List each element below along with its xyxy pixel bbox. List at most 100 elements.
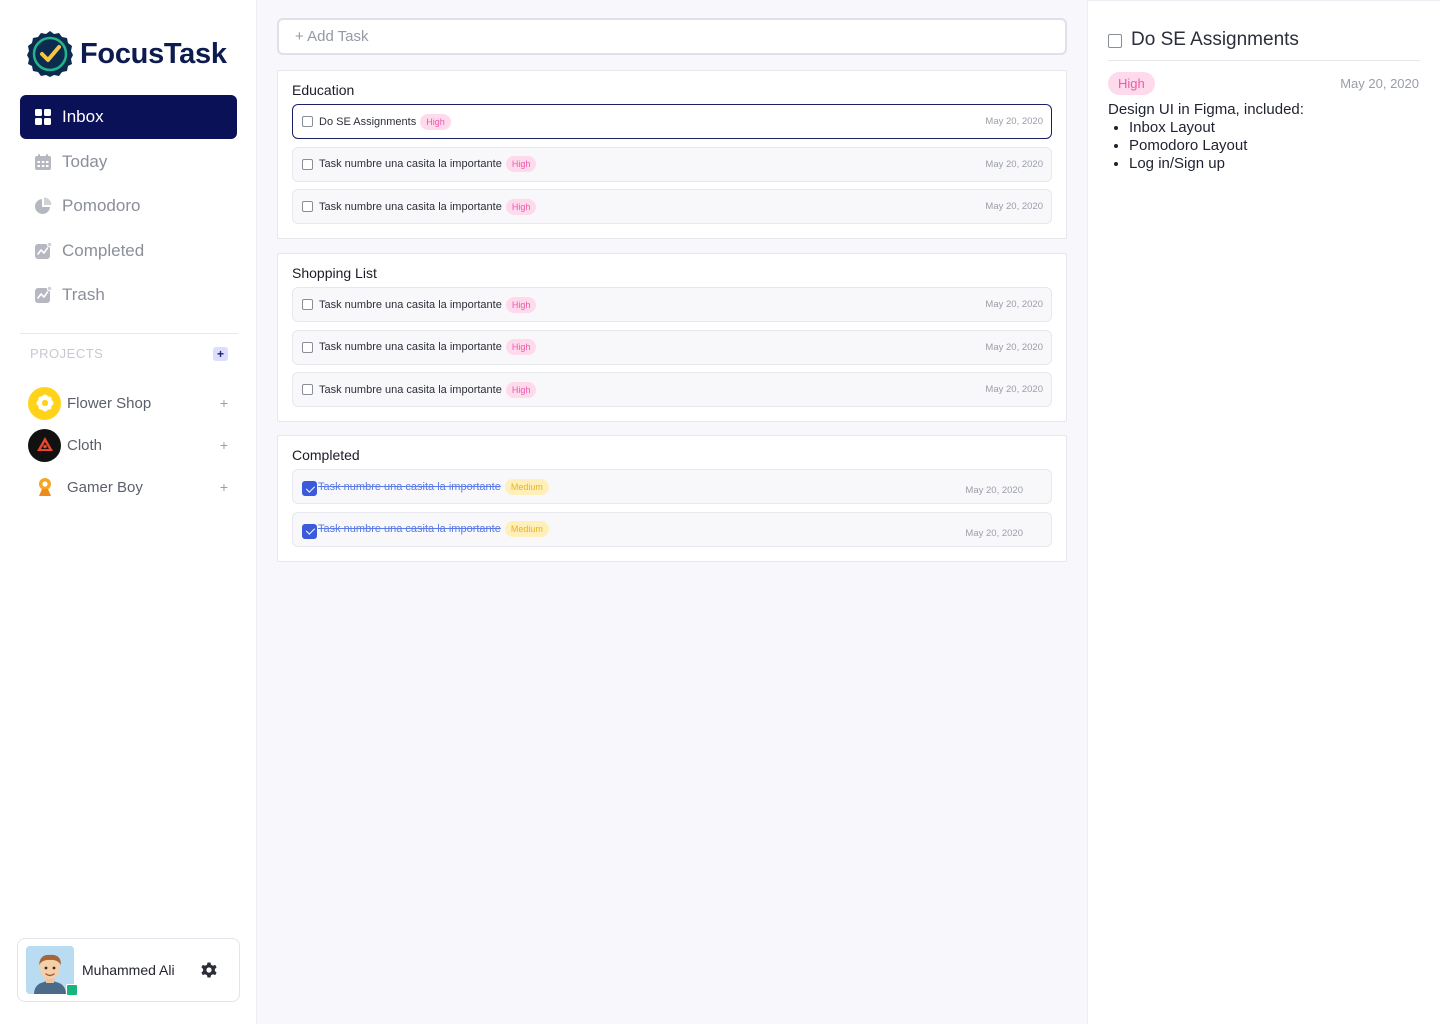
section-title: Completed [292,447,360,463]
project-name: Cloth [67,436,103,454]
task-title: Task numbre una casita la importante [319,341,502,353]
chart-icon [35,241,52,259]
task-checkbox[interactable] [302,201,313,212]
task-title: Task numbre una casita la importante [319,298,502,311]
projects-title: PROJECTS [30,346,104,361]
gear-icon[interactable] [199,960,219,980]
priority-badge: High [505,339,537,355]
task-title: Task numbre una casita la importante [319,383,502,396]
sidebar: FocusTask Inbox Today Pomodoro Completed… [0,0,257,1024]
nav-item-inbox[interactable]: Inbox [20,95,237,139]
project-add-button[interactable]: + [220,395,232,411]
description-list-item: Inbox Layout [1129,119,1304,137]
triangle-icon [28,428,61,462]
task-item[interactable]: Task numbre una casita la importante Med… [292,469,1052,504]
user-card[interactable]: Muhammed Ali [17,938,240,1002]
add-task-input[interactable]: + Add Task [277,18,1067,55]
online-status-indicator [66,984,78,996]
task-item[interactable]: Task numbre una casita la importante Med… [292,511,1052,547]
task-title: Do SE Assignments [319,115,417,128]
projects-header: PROJECTS + [30,346,228,361]
task-checkbox[interactable] [302,384,313,395]
task-item[interactable]: Task numbre una casita la importante Hig… [292,372,1052,407]
task-item[interactable]: Task numbre una casita la importante Hig… [292,189,1052,224]
nav-label: Inbox [62,107,104,126]
task-title: Task numbre una casita la importante [319,200,502,213]
task-section-shopping-list: Shopping List Task numbre una casita la … [277,253,1067,422]
main-nav: Inbox Today Pomodoro Completed Trash [20,95,237,318]
nav-label: Completed [62,240,145,260]
nav-label: Trash [62,285,105,304]
nav-item-today[interactable]: Today [20,140,237,184]
task-date: May 20, 2020 [965,527,1023,539]
task-date: May 20, 2020 [985,341,1043,353]
task-item[interactable]: Task numbre una casita la importante Hig… [292,329,1052,365]
project-name: Flower Shop [67,394,152,412]
task-checkbox[interactable] [302,116,313,127]
task-checkbox[interactable] [302,299,313,310]
grid-icon [35,109,51,125]
flower-icon [28,386,61,420]
detail-title[interactable]: Do SE Assignments [1131,29,1299,51]
task-date: May 20, 2020 [985,299,1043,310]
app-name: FocusTask [80,37,227,70]
avatar[interactable] [26,946,78,996]
task-checkbox-checked[interactable] [302,481,317,496]
logo[interactable]: FocusTask [26,30,227,78]
task-title: Task numbre una casita la importante [319,158,502,170]
task-date: May 20, 2020 [985,116,1043,127]
project-add-button[interactable]: + [220,479,232,495]
nav-item-trash[interactable]: Trash [20,273,237,317]
priority-badge: Medium [504,521,549,537]
section-title: Shopping List [292,265,377,281]
user-name: Muhammed Ali [82,962,175,978]
calendar-icon [35,153,51,170]
nav-item-pomodoro[interactable]: Pomodoro [20,184,237,228]
add-project-button[interactable]: + [213,346,228,361]
detail-checkbox[interactable] [1108,34,1122,48]
priority-badge: High [505,198,537,215]
description-list-item: Log in/Sign up [1129,155,1304,173]
project-item-gamer-boy[interactable]: Gamer Boy + [28,466,232,508]
chart-icon [35,286,52,303]
task-title: Task numbre una casita la importante [318,523,501,535]
task-section-completed: Completed Task numbre una casita la impo… [277,435,1067,562]
section-title: Education [292,82,355,98]
detail-priority-badge[interactable]: High [1108,72,1155,95]
nav-item-completed[interactable]: Completed [20,229,237,273]
nav-label: Today [62,151,108,171]
description-text: Design UI in Figma, included: [1108,101,1304,118]
description-list: Inbox Layout Pomodoro Layout Log in/Sign… [1108,119,1304,173]
task-detail-panel: Do SE Assignments High May 20, 2020 Desi… [1087,0,1440,1024]
task-checkbox-checked[interactable] [302,523,317,539]
task-checkbox[interactable] [302,158,313,170]
project-item-cloth[interactable]: Cloth + [28,424,232,466]
task-date: May 20, 2020 [985,201,1043,212]
task-item[interactable]: Task numbre una casita la importante Hig… [292,287,1052,322]
project-list: Flower Shop + Cloth + Gamer Boy + [28,382,232,508]
priority-badge: High [505,296,537,313]
gamer-icon [28,471,61,504]
detail-date[interactable]: May 20, 2020 [1340,76,1419,91]
priority-badge: High [420,113,451,130]
task-item[interactable]: Do SE Assignments High May 20, 2020 [292,104,1052,139]
task-title: Task numbre una casita la importante [318,480,501,493]
nav-label: Pomodoro [62,196,141,215]
priority-badge: High [505,381,537,398]
logo-check-icon [27,31,73,77]
task-date: May 20, 2020 [965,485,1023,496]
priority-badge: Medium [504,478,549,495]
task-section-education: Education Do SE Assignments High May 20,… [277,70,1067,239]
sidebar-divider [20,333,238,334]
project-add-button[interactable]: + [220,437,232,453]
project-item-flower-shop[interactable]: Flower Shop + [28,382,232,424]
task-checkbox[interactable] [302,341,313,353]
main-content: + Add Task Education Do SE Assignments H… [257,0,1087,1024]
project-name: Gamer Boy [67,478,143,496]
task-date: May 20, 2020 [985,384,1043,395]
task-item[interactable]: Task numbre una casita la importante Hig… [292,146,1052,182]
detail-header: Do SE Assignments [1108,29,1420,61]
priority-badge: High [505,156,537,172]
pie-icon [35,197,52,214]
detail-description[interactable]: Design UI in Figma, included: Inbox Layo… [1108,101,1304,173]
